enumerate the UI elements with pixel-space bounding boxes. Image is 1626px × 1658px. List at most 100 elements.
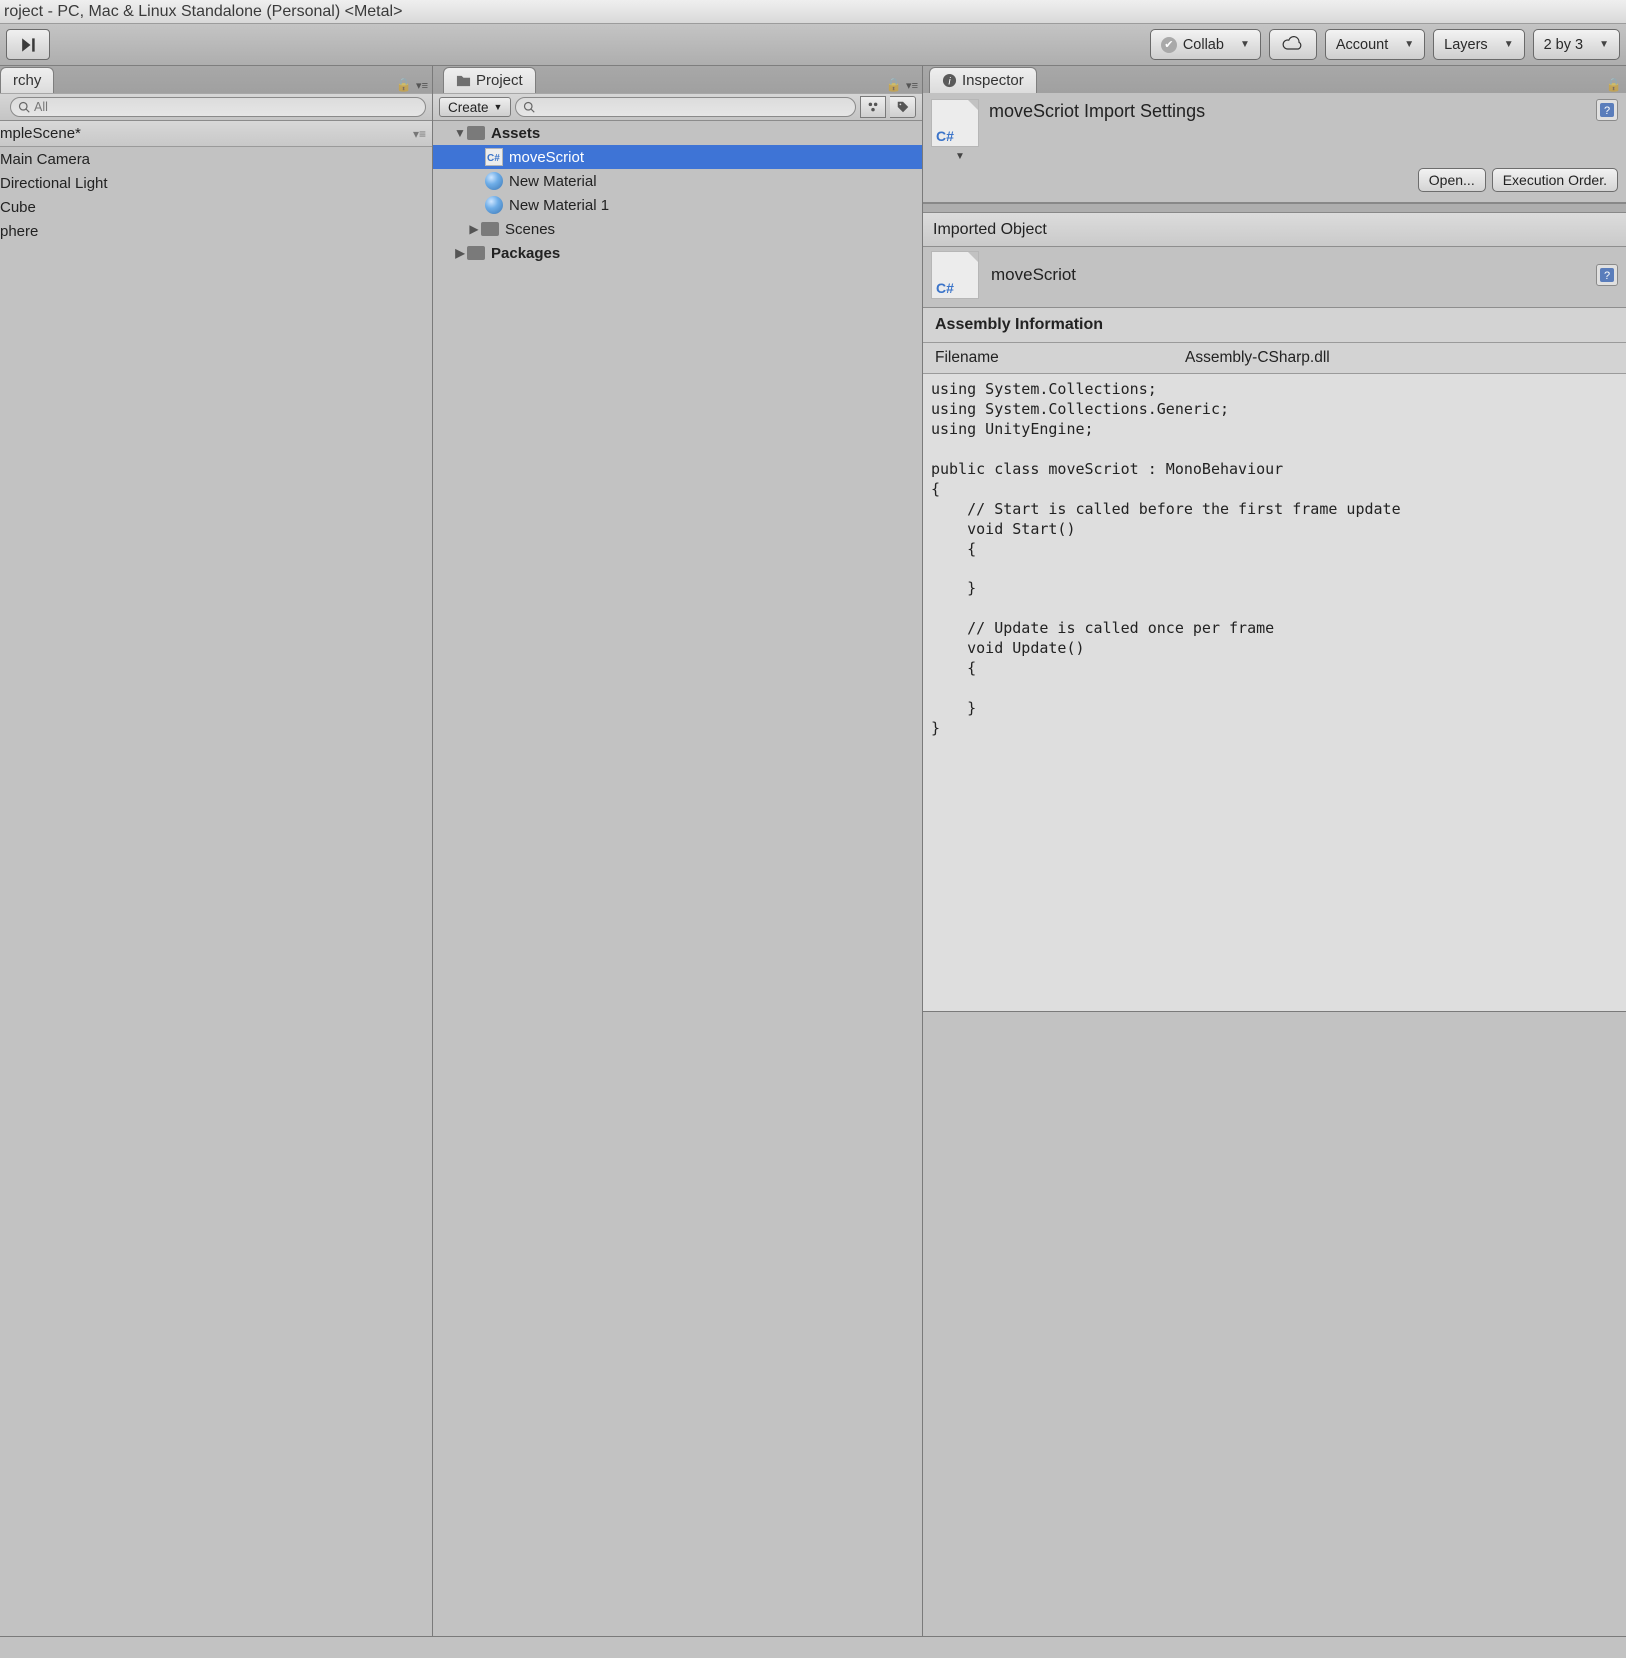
hierarchy-tab-strip: rchy 🔒 ▾≡ [0,66,432,93]
panel-menu-icon[interactable]: ▾≡ [906,79,918,92]
inspector-tab[interactable]: i Inspector [929,67,1037,93]
help-button[interactable]: ? [1596,264,1618,286]
inspector-header: C# ▼ moveScriot Import Settings ? Open..… [923,93,1626,203]
layers-button[interactable]: Layers ▼ [1433,29,1524,60]
chevron-down-icon: ▼ [1599,39,1609,50]
play-step-button[interactable] [6,29,50,60]
scene-name: mpleScene* [0,125,81,142]
project-create-button[interactable]: Create ▼ [439,97,511,117]
collab-label: Collab [1183,37,1224,53]
lock-icon[interactable]: 🔒 [396,77,412,93]
scene-menu-icon[interactable]: ▾≡ [413,127,426,141]
hierarchy-item-label: phere [0,223,38,240]
csharp-script-icon: C# [931,99,979,147]
folder-icon [481,222,499,236]
open-button[interactable]: Open... [1418,168,1486,192]
chevron-down-icon: ▼ [1504,39,1514,50]
folder-label: Packages [491,245,560,262]
create-label: Create [448,100,489,115]
project-item[interactable]: New Material [433,169,922,193]
project-item-label: Scenes [505,221,555,238]
hierarchy-item-label: Cube [0,199,36,216]
cloud-button[interactable] [1269,29,1317,60]
chevron-down-icon: ▼ [494,102,503,112]
body: rchy 🔒 ▾≡ All mpleScene* ▾≡ Ma [0,66,1626,1636]
chevron-down-icon[interactable]: ▼ [955,151,965,162]
assembly-info-header: Assembly Information [923,308,1626,343]
disclosure-open-icon: ▼ [453,126,467,140]
help-button[interactable]: ? [1596,99,1618,121]
project-body[interactable]: ▼ Assets C# moveScriot New Material [433,121,922,1636]
inspector-panel: i Inspector 🔒 C# ▼ moveScriot Import Set… [922,66,1626,1636]
search-icon [18,101,30,113]
lock-icon[interactable]: 🔒 [886,77,902,93]
hierarchy-item[interactable]: Main Camera [0,147,432,171]
disclosure-closed-icon: ▶ [453,246,467,260]
collab-button[interactable]: ✔ Collab ▼ [1150,29,1261,60]
svg-text:?: ? [1604,105,1610,117]
search-icon [523,101,535,113]
scene-row[interactable]: mpleScene* ▾≡ [0,121,432,147]
project-tab-strip: Project 🔒 ▾≡ [433,66,922,93]
help-icon: ? [1599,267,1615,283]
execution-order-button[interactable]: Execution Order. [1492,168,1618,192]
filter-icon [866,100,880,114]
project-panel: Project 🔒 ▾≡ Create ▼ [432,66,922,1636]
chevron-down-icon: ▼ [1404,39,1414,50]
hierarchy-item-label: Main Camera [0,151,90,168]
info-icon: i [942,73,957,88]
hierarchy-panel: rchy 🔒 ▾≡ All mpleScene* ▾≡ Ma [0,66,432,1636]
filename-key: Filename [935,349,1185,367]
hierarchy-search[interactable]: All [10,97,426,117]
hierarchy-body[interactable]: mpleScene* ▾≡ Main Camera Directional Li… [0,121,432,1636]
filename-value: Assembly-CSharp.dll [1185,349,1330,367]
project-search[interactable] [515,97,856,117]
project-item[interactable]: C# moveScriot [433,145,922,169]
project-tab-label: Project [476,72,523,89]
hierarchy-item[interactable]: Directional Light [0,171,432,195]
project-item[interactable]: ▶ Scenes [433,217,922,241]
separator [923,203,1626,213]
app-root: roject - PC, Mac & Linux Standalone (Per… [0,0,1626,1658]
material-icon [485,172,503,190]
filter-by-type-button[interactable] [860,96,886,118]
csharp-script-icon: C# [485,148,503,166]
project-tab[interactable]: Project [443,67,536,93]
assets-folder-row[interactable]: ▼ Assets [433,121,922,145]
cloud-icon [1281,36,1305,53]
panel-menu-icon[interactable]: ▾≡ [416,79,428,92]
folder-icon [467,126,485,140]
project-subbar: Create ▼ [433,93,922,121]
layers-label: Layers [1444,37,1488,53]
exec-label: Execution Order. [1503,172,1607,188]
hierarchy-subbar: All [0,93,432,121]
layout-button[interactable]: 2 by 3 ▼ [1533,29,1620,60]
hierarchy-tab[interactable]: rchy [0,67,54,93]
imported-object-label: Imported Object [933,221,1047,239]
folder-icon [467,246,485,260]
hierarchy-item-label: Directional Light [0,175,108,192]
hierarchy-item[interactable]: Cube [0,195,432,219]
account-label: Account [1336,37,1388,53]
assembly-info-label: Assembly Information [935,316,1103,333]
account-button[interactable]: Account ▼ [1325,29,1425,60]
window-title: roject - PC, Mac & Linux Standalone (Per… [4,3,402,21]
packages-folder-row[interactable]: ▶ Packages [433,241,922,265]
object-name: moveScriot [991,265,1076,285]
svg-text:?: ? [1604,270,1610,282]
inspector-empty-area [923,1012,1626,1637]
disclosure-closed-icon: ▶ [467,222,481,236]
folder-label: Assets [491,125,540,142]
csharp-script-icon: C# [931,251,979,299]
top-toolbar: ✔ Collab ▼ Account ▼ Layers ▼ 2 by 3 ▼ [0,24,1626,66]
inspector-title: moveScriot Import Settings [989,99,1590,122]
imported-object-header: Imported Object [923,213,1626,247]
hierarchy-item[interactable]: phere [0,219,432,243]
material-icon [485,196,503,214]
lock-icon[interactable]: 🔒 [1606,77,1622,93]
script-source-preview[interactable]: using System.Collections; using System.C… [923,374,1626,1012]
hierarchy-tab-label: rchy [13,72,41,89]
filter-by-label-button[interactable] [890,96,916,118]
project-item-label: moveScriot [509,149,584,166]
project-item[interactable]: New Material 1 [433,193,922,217]
